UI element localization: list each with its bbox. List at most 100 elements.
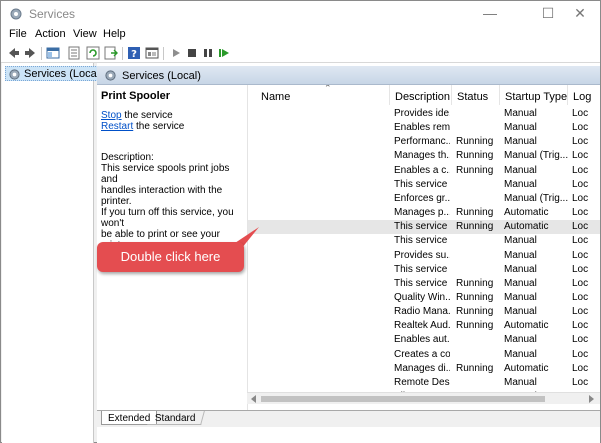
cell-startup-type: Manual bbox=[504, 249, 537, 261]
stop-line: Stop the service bbox=[101, 110, 173, 121]
table-row-selected[interactable]: Print SpoolerThis service ...RunningAuto… bbox=[248, 220, 600, 235]
menu-help[interactable]: Help bbox=[103, 28, 126, 40]
cell-startup-type: Manual (Trig... bbox=[504, 150, 568, 162]
cell-status: Running bbox=[456, 291, 494, 303]
table-row[interactable]: PrintWorkflow_788fbProvides su...ManualL… bbox=[248, 249, 600, 263]
cell-description: Enables a c... bbox=[394, 164, 450, 176]
cell-startup-type: Manual bbox=[504, 277, 537, 289]
cell-description: Manages di... bbox=[394, 362, 450, 374]
cell-description: Manages th... bbox=[394, 150, 450, 162]
table-row[interactable]: Recommended Troublesho...Enables aut...M… bbox=[248, 333, 600, 347]
gear-icon bbox=[8, 68, 21, 81]
column-header-log-on-as[interactable]: Log bbox=[568, 85, 600, 105]
refresh-icon[interactable] bbox=[86, 46, 100, 60]
column-header-status[interactable]: Status bbox=[452, 85, 500, 105]
table-row[interactable]: Peer Networking Identity M...Provides id… bbox=[248, 107, 600, 121]
cell-status: Running bbox=[456, 277, 494, 289]
cell-startup-type: Manual bbox=[504, 334, 537, 346]
table-row[interactable]: Performance Counter DLL ...Enables rem..… bbox=[248, 121, 600, 135]
export-icon[interactable] bbox=[104, 46, 118, 60]
horizontal-scrollbar[interactable] bbox=[247, 392, 600, 404]
cell-startup-type: Automatic bbox=[504, 207, 549, 219]
restart-service-link[interactable]: Restart bbox=[101, 121, 133, 132]
properties-icon[interactable] bbox=[67, 46, 81, 60]
cell-description: Quality Win... bbox=[394, 291, 450, 303]
close-button[interactable]: ✕ bbox=[557, 1, 601, 26]
minimize-button[interactable]: — bbox=[467, 1, 513, 26]
cell-description: Performanc... bbox=[394, 136, 450, 148]
cell-startup-type: Manual (Trig... bbox=[504, 192, 568, 204]
cell-status: Running bbox=[456, 362, 494, 374]
table-row[interactable]: Remote Access Auto Conne...Creates a co.… bbox=[248, 348, 600, 362]
cell-log-on-as: Loc bbox=[572, 136, 589, 148]
cell-startup-type: Manual bbox=[504, 235, 537, 247]
scroll-thumb[interactable] bbox=[261, 396, 545, 402]
start-icon[interactable] bbox=[169, 46, 183, 60]
menu-file[interactable]: File bbox=[9, 28, 27, 40]
table-row[interactable]: Performance Logs & AlertsPerformanc...Ru… bbox=[248, 135, 600, 149]
scroll-right-icon[interactable] bbox=[589, 395, 594, 403]
gear-icon bbox=[104, 69, 117, 82]
table-row[interactable]: Portable Device Enumerator...Enforces gr… bbox=[248, 192, 600, 206]
cell-startup-type: Automatic bbox=[504, 320, 549, 332]
cell-log-on-as: Loc bbox=[572, 277, 589, 289]
cell-status: Running bbox=[456, 207, 494, 219]
table-row[interactable]: Radio Management ServiceRadio Mana...Run… bbox=[248, 305, 600, 319]
cell-startup-type: Manual bbox=[504, 108, 537, 119]
cell-status: Running bbox=[456, 136, 494, 148]
double-click-callout: Double click here bbox=[97, 242, 244, 272]
cell-status: Running bbox=[456, 150, 494, 162]
column-header-description[interactable]: Description bbox=[390, 85, 452, 105]
pane-header: Services (Local) bbox=[97, 66, 600, 85]
scroll-left-icon[interactable] bbox=[251, 395, 256, 403]
cell-startup-type: Manual bbox=[504, 263, 537, 275]
table-row[interactable]: PNRP Machine Name Publi...This service .… bbox=[248, 178, 600, 192]
table-row[interactable]: Program Compatibility Assi...This servic… bbox=[248, 277, 600, 291]
cell-startup-type: Manual bbox=[504, 122, 537, 134]
toolbar: ? bbox=[1, 44, 600, 63]
restart-icon[interactable] bbox=[217, 46, 231, 60]
table-row[interactable]: Plug and PlayEnables a c...RunningManual… bbox=[248, 164, 600, 178]
table-row[interactable]: Remote Desktop Configurat...Remote Des..… bbox=[248, 376, 600, 390]
table-row[interactable]: Phone ServiceManages th...RunningManual … bbox=[248, 149, 600, 163]
cell-log-on-as: Loc bbox=[572, 150, 589, 162]
table-row[interactable]: Remote Access Connection...Manages di...… bbox=[248, 362, 600, 376]
cell-description: Enables rem... bbox=[394, 122, 450, 134]
table-row[interactable]: Realtek Audio Universal Ser...Realtek Au… bbox=[248, 319, 600, 333]
help-icon[interactable]: ? bbox=[127, 46, 141, 60]
pause-icon[interactable] bbox=[201, 46, 215, 60]
tab-standard[interactable]: Standard bbox=[147, 411, 205, 425]
column-header-startup-type[interactable]: Startup Type bbox=[500, 85, 568, 105]
cell-log-on-as: Loc bbox=[572, 306, 589, 318]
cell-description: Radio Mana... bbox=[394, 306, 450, 318]
description-line: handles interaction with the printer. bbox=[101, 185, 223, 207]
cell-log-on-as: Loc bbox=[572, 320, 589, 332]
cell-startup-type: Automatic bbox=[504, 362, 549, 374]
cell-status: Running bbox=[456, 320, 494, 332]
back-arrow-icon[interactable] bbox=[7, 46, 21, 60]
cell-startup-type: Manual bbox=[504, 291, 537, 303]
stop-service-link[interactable]: Stop bbox=[101, 110, 122, 121]
table-row[interactable]: Problem Reports Control Pa...This servic… bbox=[248, 263, 600, 277]
stop-icon[interactable] bbox=[185, 46, 199, 60]
menu-action[interactable]: Action bbox=[35, 28, 66, 40]
forward-arrow-icon[interactable] bbox=[23, 46, 37, 60]
cell-log-on-as: Loc bbox=[572, 192, 589, 204]
description-line: If you turn off this service, you won't bbox=[101, 207, 234, 229]
console-icon[interactable] bbox=[145, 46, 159, 60]
menu-view[interactable]: View bbox=[73, 28, 97, 40]
table-row[interactable]: Quality Windows Audio Vid...Quality Win.… bbox=[248, 291, 600, 305]
cell-startup-type: Manual bbox=[504, 178, 537, 190]
cell-log-on-as: Loc bbox=[572, 348, 589, 360]
cell-log-on-as: Loc bbox=[572, 291, 589, 303]
tree-node-services-local[interactable]: Services (Local) bbox=[5, 66, 106, 81]
table-row[interactable]: PowerManages p...RunningAutomaticLoc bbox=[248, 206, 600, 220]
title-bar: Services — ☐ ✕ bbox=[1, 1, 600, 26]
table-row[interactable]: Printer Extensions and Notif...This serv… bbox=[248, 234, 600, 248]
console-tree-icon[interactable] bbox=[46, 46, 60, 60]
cell-log-on-as: Loc bbox=[572, 207, 589, 219]
cell-status: Running bbox=[456, 164, 494, 176]
column-header-name[interactable]: ⌃ Name bbox=[256, 85, 390, 105]
description-line: This service spools print jobs and bbox=[101, 163, 230, 185]
cell-startup-type: Automatic bbox=[504, 221, 549, 233]
